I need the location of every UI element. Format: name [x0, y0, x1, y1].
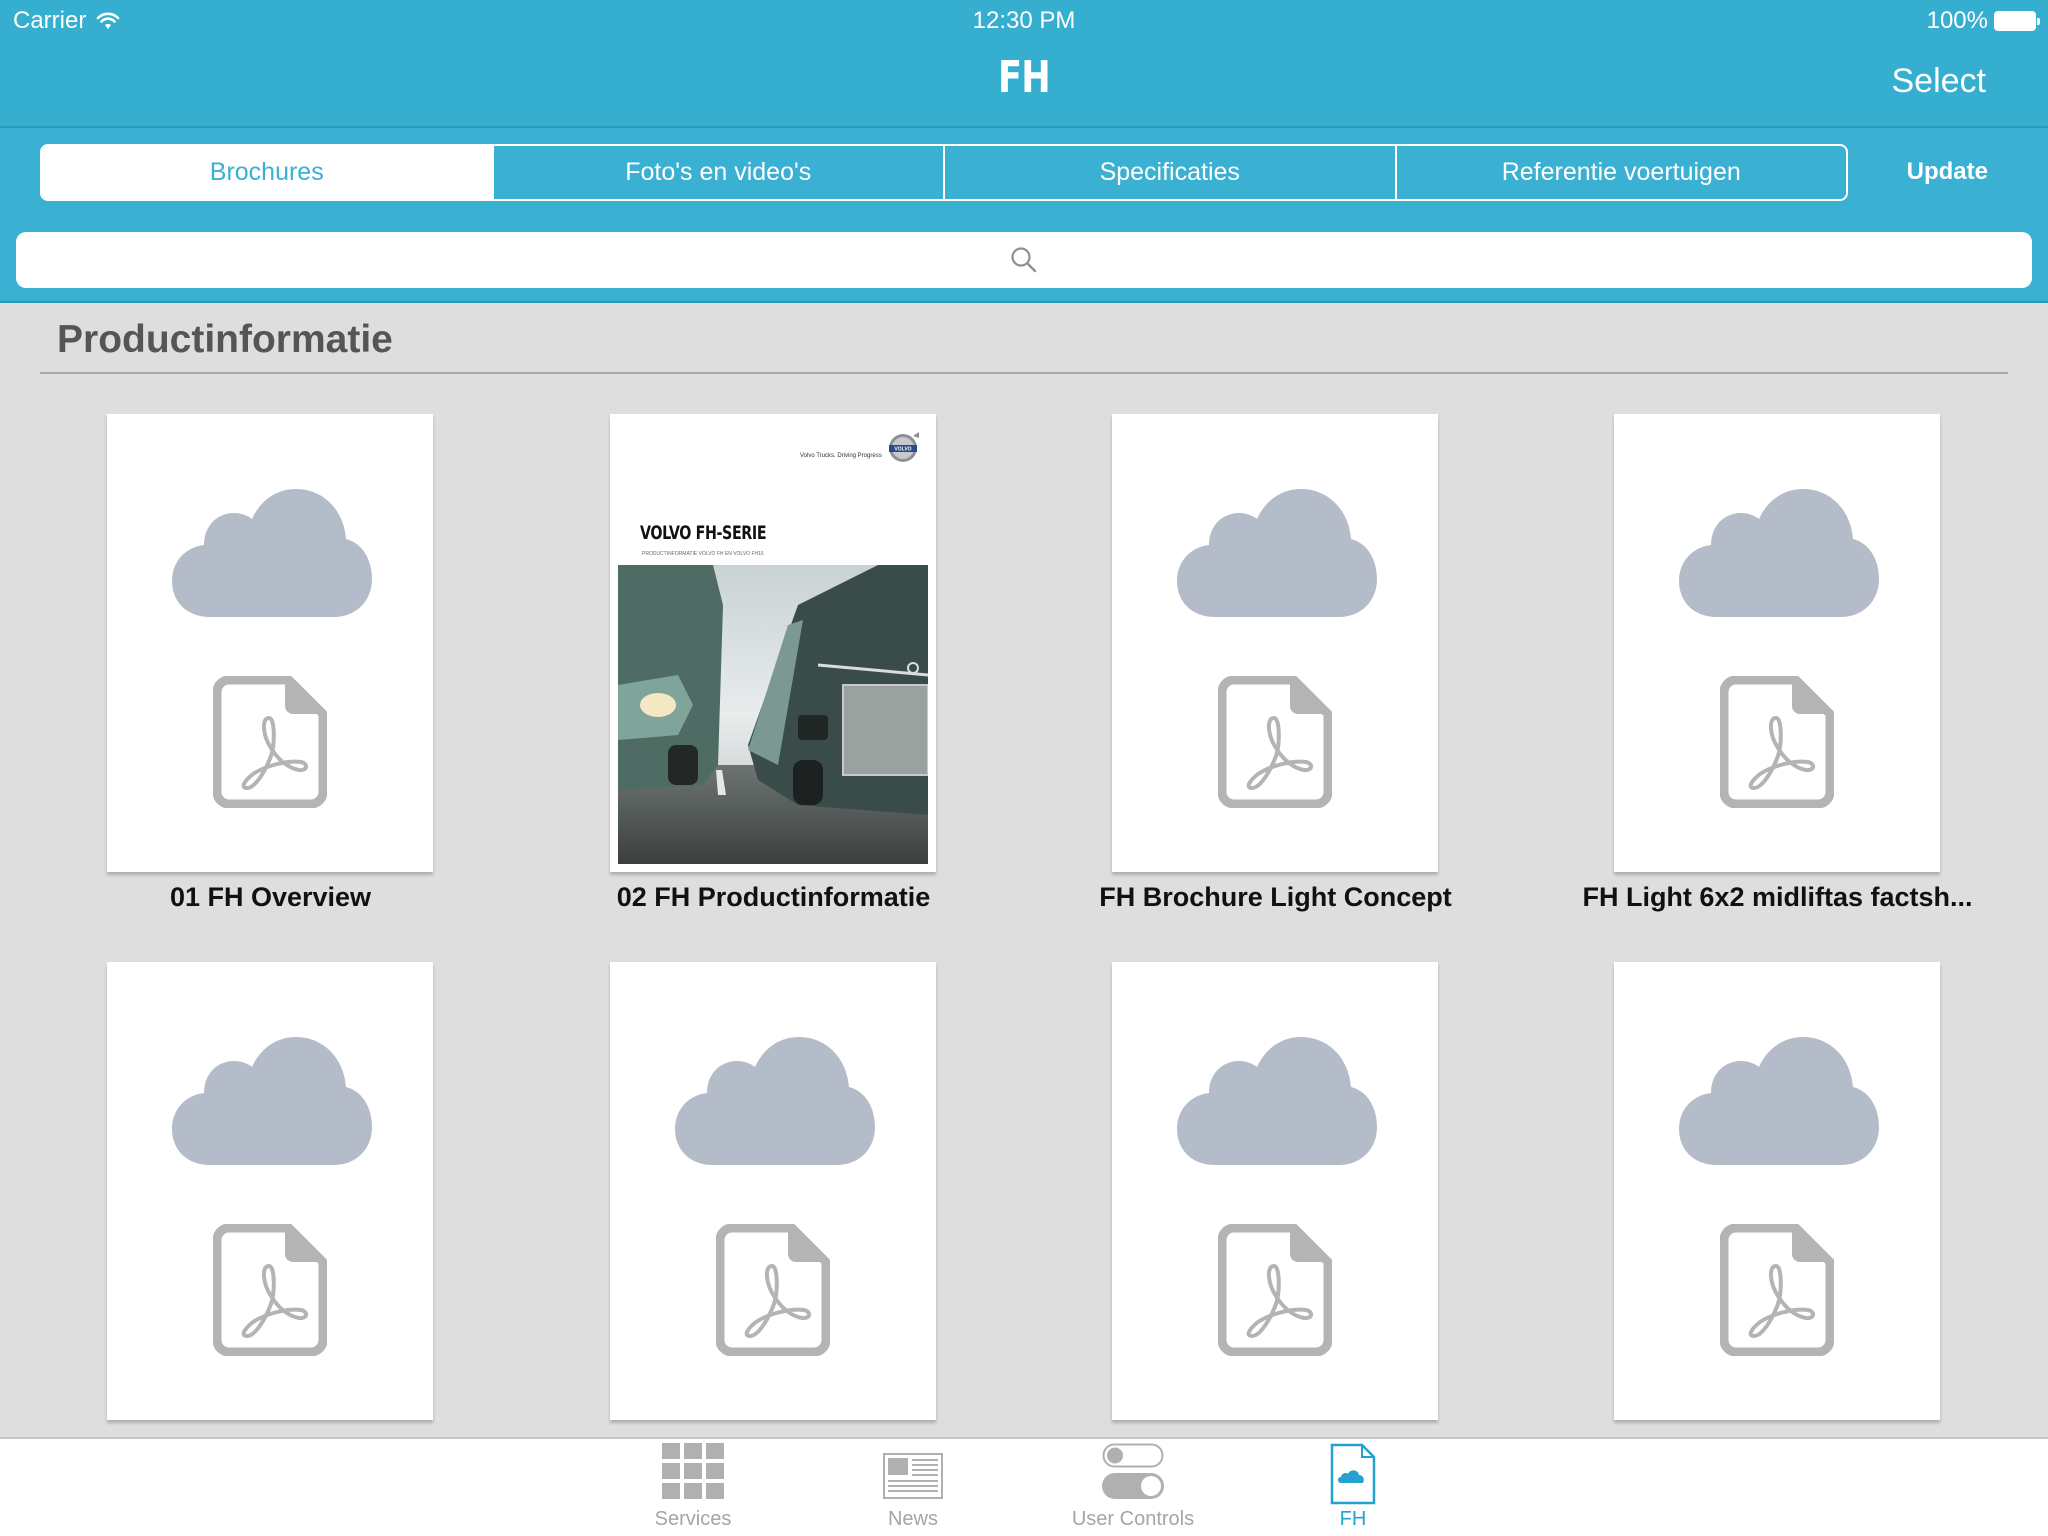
segment-brochures[interactable]: Brochures	[42, 146, 494, 199]
select-button[interactable]: Select	[1892, 62, 1987, 101]
document-title[interactable]: FH Light 6x2 midliftas factsh...	[1526, 882, 2029, 913]
document-card[interactable]	[1614, 414, 1940, 872]
grid-icon	[662, 1443, 724, 1499]
tab-services[interactable]: Services	[613, 1439, 773, 1536]
filter-bar: Brochures Foto's en video's Specificatie…	[0, 128, 2048, 303]
status-battery: 100%	[1926, 7, 2040, 35]
status-time: 12:30 PM	[972, 7, 1076, 34]
segmented-control: Brochures Foto's en video's Specificatie…	[40, 144, 1848, 201]
battery-percent: 100%	[1926, 7, 1988, 34]
document-card[interactable]	[610, 962, 936, 1420]
document-card[interactable]	[1112, 962, 1438, 1420]
pdf-file-icon	[1218, 676, 1332, 808]
cover-heading: VOLVO FH-SERIE	[640, 522, 767, 544]
tab-fh[interactable]: FH	[1273, 1439, 1433, 1536]
segment-reference-vehicles[interactable]: Referentie voertuigen	[1397, 146, 1847, 199]
update-button[interactable]: Update	[1907, 158, 1988, 186]
cover-tagline: Volvo Trucks. Driving Progress	[800, 453, 882, 459]
cloud-download-icon	[675, 1037, 875, 1167]
cloud-download-icon	[1679, 489, 1879, 619]
navigation-bar: Carrier 12:30 PM 100% FH Select	[0, 0, 2048, 128]
toggles-icon	[1102, 1443, 1164, 1499]
cloud-document-icon	[1330, 1443, 1376, 1505]
document-title[interactable]: FH Brochure Light Concept	[1024, 882, 1527, 913]
cloud-download-icon	[172, 1037, 372, 1167]
document-title[interactable]: 02 FH Productinformatie	[522, 882, 1025, 913]
tab-user-controls[interactable]: User Controls	[1053, 1439, 1213, 1536]
document-card[interactable]	[107, 962, 433, 1420]
tab-label: Services	[654, 1508, 732, 1530]
segment-specifications[interactable]: Specificaties	[945, 146, 1397, 199]
tab-label: User Controls	[1071, 1508, 1195, 1530]
cloud-download-icon	[172, 489, 372, 619]
document-card[interactable]	[1112, 414, 1438, 872]
battery-icon	[1994, 11, 2040, 31]
cover-subheading: PRODUCTINFORMATIE VOLVO FH EN VOLVO FH16	[642, 551, 764, 557]
pdf-file-icon	[1720, 1224, 1834, 1356]
cloud-download-icon	[1177, 489, 1377, 619]
segment-photos-videos[interactable]: Foto's en video's	[494, 146, 945, 199]
section-title: Productinformatie	[57, 318, 393, 361]
newspaper-icon	[883, 1453, 943, 1499]
tab-label: News	[887, 1508, 938, 1530]
tab-news[interactable]: News	[833, 1439, 993, 1536]
document-card[interactable]: Volvo Trucks. Driving Progress VOLVO VOL…	[610, 414, 936, 872]
brochure-cover: Volvo Trucks. Driving Progress VOLVO VOL…	[610, 414, 936, 872]
pdf-file-icon	[213, 676, 327, 808]
pdf-file-icon	[716, 1224, 830, 1356]
tab-bar: Services News User Controls FH	[0, 1437, 2048, 1536]
document-title[interactable]: 01 FH Overview	[19, 882, 522, 913]
trucks-photo	[618, 565, 928, 864]
tab-label: FH	[1339, 1508, 1367, 1530]
document-card[interactable]	[107, 414, 433, 872]
pdf-file-icon	[1720, 676, 1834, 808]
search-icon	[1011, 247, 1037, 273]
pdf-file-icon	[1218, 1224, 1332, 1356]
cloud-download-icon	[1679, 1037, 1879, 1167]
svg-text:VOLVO: VOLVO	[894, 447, 911, 453]
page-title: FH	[998, 52, 1051, 103]
document-card[interactable]	[1614, 962, 1940, 1420]
cloud-download-icon	[1177, 1037, 1377, 1167]
section-divider	[40, 372, 2008, 374]
volvo-logo-icon: VOLVO	[889, 432, 919, 462]
search-input[interactable]	[16, 232, 2032, 288]
pdf-file-icon	[213, 1224, 327, 1356]
